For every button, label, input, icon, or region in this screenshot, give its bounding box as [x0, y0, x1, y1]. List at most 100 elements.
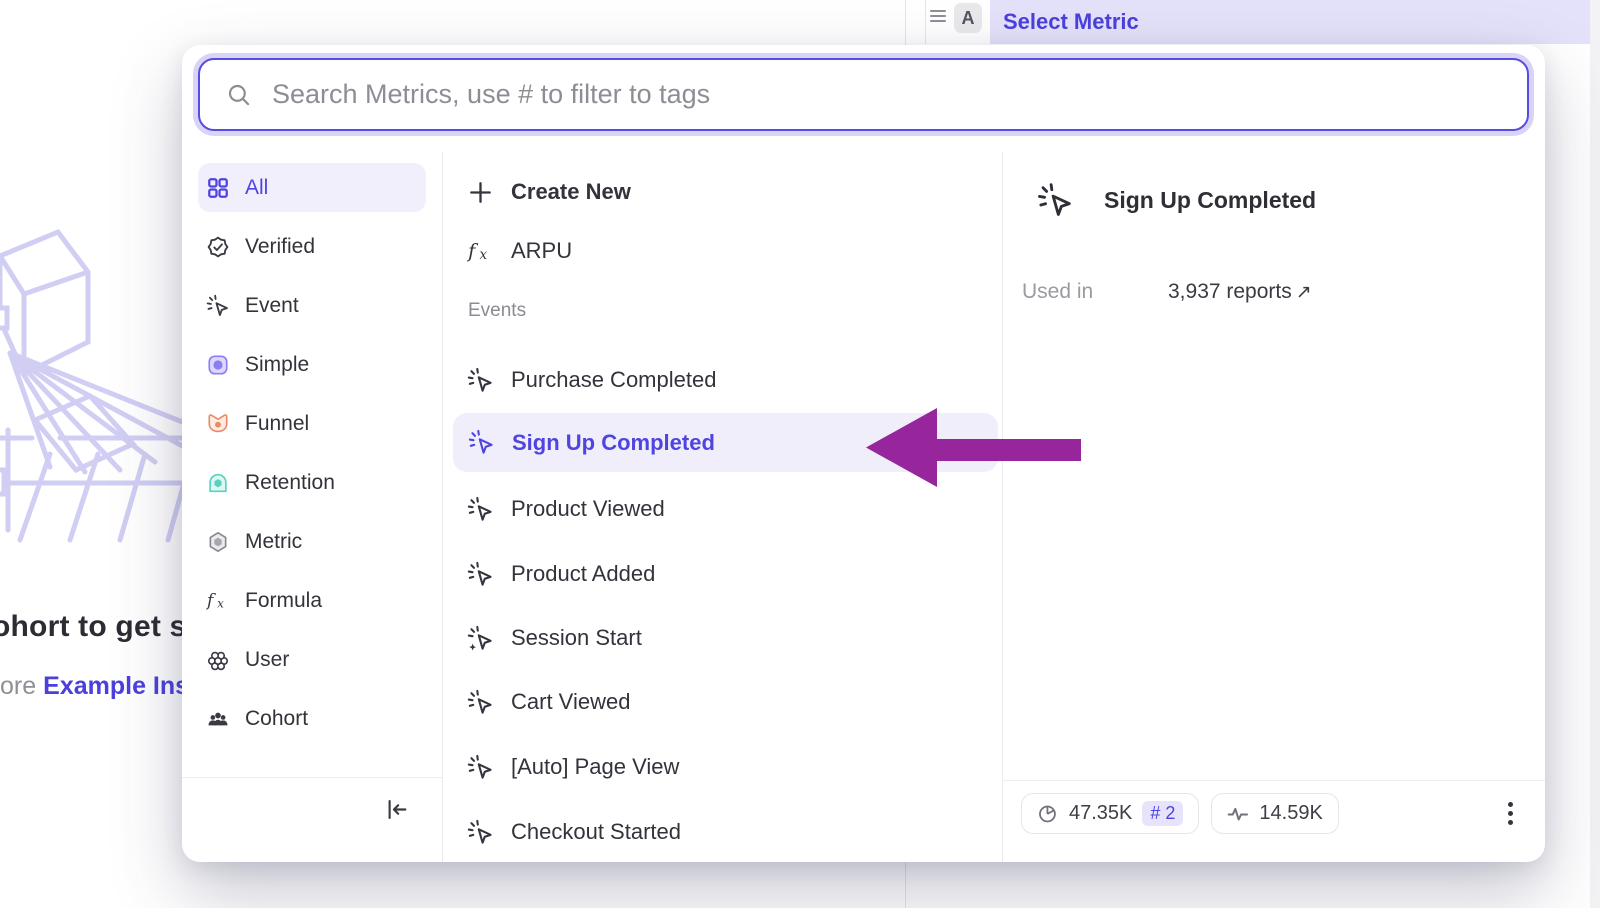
cohort-people-icon — [206, 707, 230, 731]
reports-link[interactable]: 3,937 reports↗ — [1168, 280, 1312, 304]
event-cursor-icon — [468, 429, 495, 456]
background-wireframe-illustration — [0, 222, 202, 544]
metric-search-box — [198, 58, 1529, 131]
create-new-button[interactable]: Create New — [467, 168, 631, 216]
list-item-arpu[interactable]: ARPU — [467, 227, 572, 275]
list-item-label: Checkout Started — [511, 819, 681, 845]
list-item-label: Sign Up Completed — [512, 430, 715, 456]
sidebar-item-label: Retention — [245, 471, 335, 495]
background-link-line: oreExample Ins — [0, 672, 189, 701]
reports-count: 3,937 reports — [1168, 280, 1292, 303]
list-item-checkout-started[interactable]: Checkout Started — [467, 808, 681, 856]
event-cursor-icon — [467, 367, 494, 394]
sidebar-item-all[interactable]: All — [198, 163, 426, 212]
metric-detail-panel: Sign Up Completed Used in 3,937 reports↗… — [1003, 152, 1545, 862]
annotation-arrow — [858, 402, 1084, 494]
total-events-badge[interactable]: 47.35K # 2 — [1021, 793, 1199, 834]
app-root: A Select Metric ohort to get s oreExampl… — [0, 0, 1600, 908]
external-link-icon: ↗ — [1296, 282, 1312, 303]
list-item-session-start[interactable]: Session Start — [467, 614, 642, 662]
background-headline-fragment: ohort to get s — [0, 610, 186, 644]
metric-row-label: A — [954, 3, 982, 33]
grid-icon — [206, 176, 230, 200]
sidebar-item-event[interactable]: Event — [198, 281, 426, 330]
user-cluster-icon — [206, 648, 230, 672]
retention-icon — [206, 471, 230, 495]
pulse-icon — [1227, 805, 1249, 823]
event-cursor-icon — [467, 561, 494, 588]
sidebar-item-metric[interactable]: Metric — [198, 517, 426, 566]
sidebar-footer-divider — [182, 777, 442, 778]
background-right-panel-edge — [1590, 0, 1600, 908]
unique-users-badge[interactable]: 14.59K — [1211, 793, 1338, 834]
unique-users-value: 14.59K — [1259, 802, 1322, 825]
detail-footer-divider — [1003, 780, 1545, 781]
list-item-label: ARPU — [511, 238, 572, 264]
sidebar-item-label: All — [245, 176, 268, 200]
event-cursor-icon — [467, 496, 494, 523]
picker-columns: All Verified Event Simple Funnel — [182, 152, 1545, 862]
list-item-auto-page-view[interactable]: [Auto] Page View — [467, 743, 679, 791]
used-in-label: Used in — [1022, 280, 1093, 304]
background-link-prefix: ore — [0, 672, 36, 700]
metric-hexagon-icon — [206, 530, 230, 554]
sidebar-item-simple[interactable]: Simple — [198, 340, 426, 389]
list-item-product-viewed[interactable]: Product Viewed — [467, 485, 665, 533]
select-metric-label: Select Metric — [1003, 9, 1139, 35]
list-item-label: Purchase Completed — [511, 367, 716, 393]
sidebar-item-cohort[interactable]: Cohort — [198, 694, 426, 743]
detail-title-row: Sign Up Completed — [1037, 182, 1316, 219]
sidebar-item-label: Simple — [245, 353, 309, 377]
sidebar-item-verified[interactable]: Verified — [198, 222, 426, 271]
drag-handle-icon[interactable] — [930, 10, 946, 22]
list-item-product-added[interactable]: Product Added — [467, 550, 655, 598]
select-metric-field[interactable]: Select Metric — [990, 0, 1590, 44]
sidebar-item-label: Funnel — [245, 412, 309, 436]
event-cursor-icon — [467, 754, 494, 781]
rank-chip: # 2 — [1142, 801, 1183, 826]
sidebar-item-label: Event — [245, 294, 299, 318]
funnel-icon — [206, 412, 230, 436]
event-cursor-icon — [206, 294, 230, 318]
detail-title: Sign Up Completed — [1104, 187, 1316, 214]
detail-stat-badges: 47.35K # 2 14.59K — [1021, 793, 1339, 834]
sidebar-item-label: Cohort — [245, 707, 308, 731]
formula-fx-icon — [467, 238, 494, 265]
metric-type-sidebar: All Verified Event Simple Funnel — [182, 152, 443, 862]
verified-seal-icon — [206, 235, 230, 259]
more-options-button[interactable] — [1508, 802, 1513, 825]
sidebar-item-funnel[interactable]: Funnel — [198, 399, 426, 448]
sidebar-item-formula[interactable]: Formula — [198, 576, 426, 625]
metric-row: A Select Metric — [930, 0, 1590, 44]
sidebar-item-retention[interactable]: Retention — [198, 458, 426, 507]
sidebar-item-user[interactable]: User — [198, 635, 426, 684]
list-item-label: Cart Viewed — [511, 689, 630, 715]
event-cursor-icon — [467, 819, 494, 846]
pie-chart-icon — [1037, 803, 1059, 825]
list-item-label: Product Added — [511, 561, 655, 587]
list-item-label: Product Viewed — [511, 496, 665, 522]
sidebar-item-label: Metric — [245, 530, 302, 554]
formula-fx-icon — [206, 589, 230, 613]
search-icon — [226, 82, 252, 108]
example-insights-link[interactable]: Example Ins — [43, 672, 189, 700]
event-star-icon — [467, 625, 494, 652]
collapse-left-icon — [384, 796, 411, 823]
total-events-value: 47.35K — [1069, 802, 1132, 825]
create-new-label: Create New — [511, 179, 631, 205]
event-cursor-icon — [467, 689, 494, 716]
collapse-sidebar-button[interactable] — [376, 788, 418, 830]
list-item-purchase-completed[interactable]: Purchase Completed — [467, 356, 716, 404]
event-cursor-icon — [1037, 182, 1074, 219]
sidebar-item-label: Formula — [245, 589, 322, 613]
events-section-header: Events — [468, 300, 526, 322]
background-column-divider-2 — [925, 0, 926, 44]
list-item-label: [Auto] Page View — [511, 754, 679, 780]
list-item-label: Session Start — [511, 625, 642, 651]
simple-icon — [206, 353, 230, 377]
sidebar-item-label: User — [245, 648, 289, 672]
plus-icon — [467, 179, 494, 206]
list-item-cart-viewed[interactable]: Cart Viewed — [467, 678, 630, 726]
sidebar-item-label: Verified — [245, 235, 315, 259]
search-input[interactable] — [272, 79, 1501, 110]
